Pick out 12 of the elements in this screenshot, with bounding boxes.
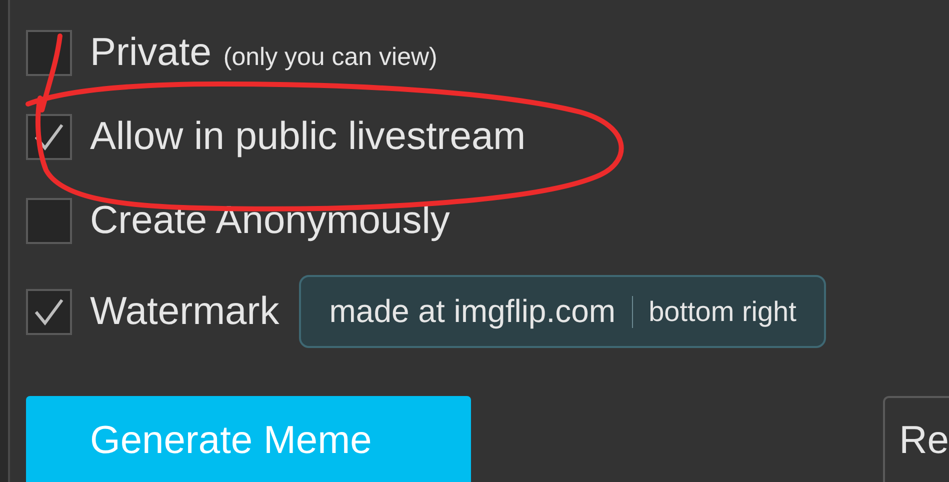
watermark-field[interactable]: made at imgflip.com bottom right xyxy=(299,275,826,348)
option-label: Create Anonymously xyxy=(90,199,450,243)
watermark-text: made at imgflip.com xyxy=(329,293,616,330)
checkbox[interactable] xyxy=(26,198,72,244)
option-note: (only you can view) xyxy=(223,42,438,72)
option-label: Allow in public livestream xyxy=(90,115,526,159)
checkbox[interactable] xyxy=(26,288,72,334)
option-label: Watermark xyxy=(90,290,280,334)
watermark-position: bottom right xyxy=(648,296,796,328)
checkbox[interactable] xyxy=(26,30,72,76)
option-label: Private xyxy=(90,31,212,75)
secondary-button[interactable]: Re xyxy=(883,396,949,482)
